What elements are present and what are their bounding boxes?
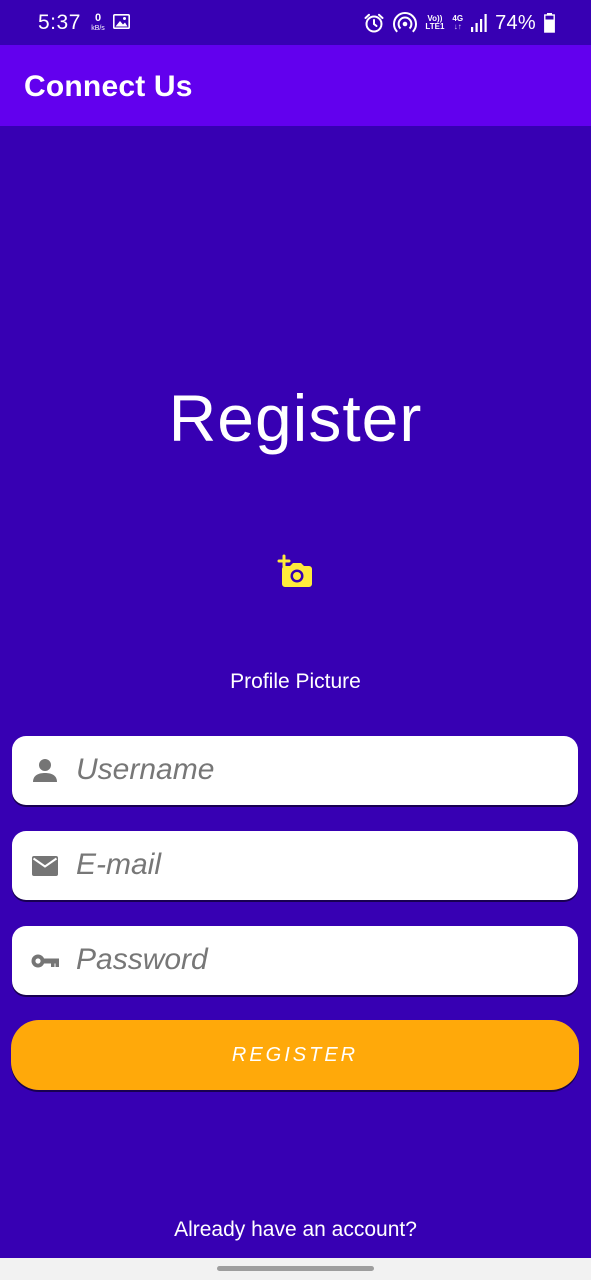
volte-icon: Vo)) LTE1 — [425, 15, 444, 31]
hotspot-icon — [393, 12, 418, 33]
gallery-icon — [113, 14, 130, 29]
alarm-icon — [364, 13, 384, 33]
login-link[interactable]: Already have an account? — [0, 1218, 591, 1242]
username-input[interactable] — [76, 746, 556, 794]
home-gesture-handle[interactable] — [217, 1266, 374, 1271]
password-field[interactable] — [12, 926, 578, 995]
network-speed-indicator: 0 kB/s — [86, 12, 110, 33]
app-title: Connect Us — [24, 70, 193, 103]
password-input[interactable] — [76, 936, 556, 984]
username-field[interactable] — [12, 736, 578, 805]
email-input[interactable] — [76, 841, 556, 889]
status-time: 5:37 — [38, 11, 81, 34]
app-bar: Connect Us — [0, 45, 591, 126]
battery-icon — [544, 13, 555, 33]
mail-icon — [32, 856, 58, 876]
add-a-photo-icon[interactable] — [276, 554, 314, 590]
network-speed-unit: kB/s — [91, 25, 105, 32]
profile-picture-label: Profile Picture — [230, 670, 361, 693]
person-icon — [33, 759, 57, 782]
battery-percentage: 74% — [495, 11, 536, 34]
status-bar: 5:37 0 kB/s Vo)) LTE1 4G ↓↑ 74% — [0, 0, 591, 45]
navigation-bar — [0, 1258, 591, 1280]
email-field[interactable] — [12, 831, 578, 900]
register-button[interactable]: REGISTER — [11, 1020, 579, 1090]
lte-label: LTE1 — [425, 22, 445, 31]
network-speed-value: 0 — [94, 12, 102, 24]
register-heading: Register — [168, 381, 423, 455]
key-icon — [31, 954, 59, 968]
status-indicators: Vo)) LTE1 4G ↓↑ 74% — [363, 10, 555, 36]
signal-icon — [471, 14, 487, 32]
data-arrows-icon: 4G ↓↑ — [452, 14, 464, 31]
